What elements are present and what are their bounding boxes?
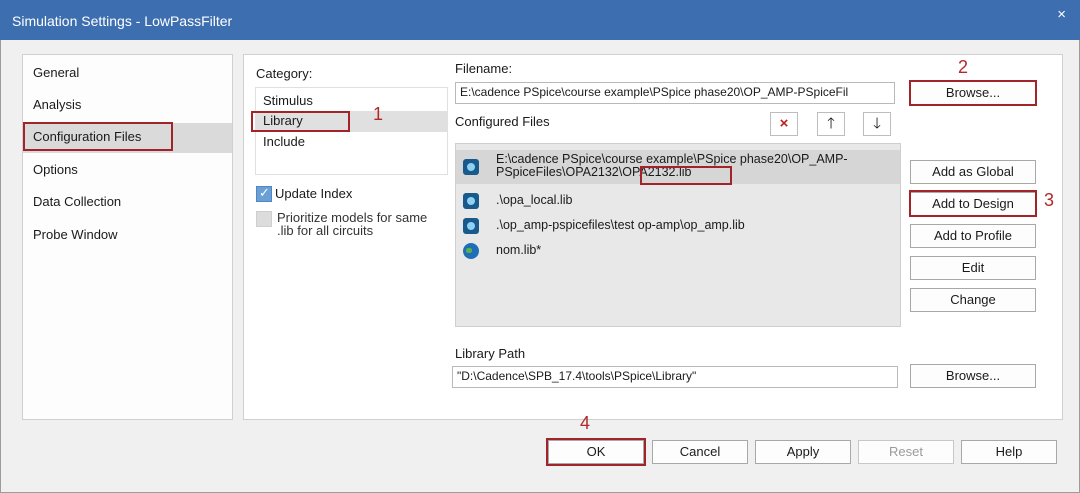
highlight-ok <box>546 438 646 466</box>
settings-nav: General Analysis Configuration Files Opt… <box>22 54 233 420</box>
step-number-3: 3 <box>1044 190 1055 210</box>
nav-item-analysis[interactable]: Analysis <box>23 91 232 121</box>
highlight-browse <box>909 80 1037 106</box>
step-number-1: 1 <box>373 104 384 124</box>
configured-files-label: Configured Files <box>455 114 550 129</box>
delete-icon[interactable]: × <box>770 112 798 136</box>
highlight-opa2132-lib <box>640 166 732 185</box>
prioritize-models-label-line2: .lib for all circuits <box>277 223 374 238</box>
update-index-label: Update Index <box>275 186 353 201</box>
list-item[interactable]: .\opa_local.lib <box>456 190 900 212</box>
step-number-2: 2 <box>958 57 969 77</box>
filename-label: Filename: <box>455 61 513 76</box>
title-bar: Simulation Settings - LowPassFilter × <box>0 0 1080 40</box>
library-path-label: Library Path <box>455 346 526 361</box>
library-path-browse-button[interactable]: Browse... <box>910 364 1036 388</box>
change-button[interactable]: Change <box>910 288 1036 312</box>
filename-input[interactable]: E:\cadence PSpice\course example\PSpice … <box>455 82 895 104</box>
category-label: Category: <box>256 66 313 81</box>
library-path-input[interactable]: "D:\Cadence\SPB_17.4\tools\PSpice\Librar… <box>452 366 898 388</box>
file-path: nom.lib* <box>496 243 542 257</box>
add-to-profile-button[interactable]: Add to Profile <box>910 224 1036 248</box>
globe-icon <box>463 243 479 259</box>
category-item-stimulus[interactable]: Stimulus <box>256 91 447 112</box>
file-path: .\opa_local.lib <box>496 193 573 207</box>
highlight-add-to-design <box>909 190 1037 217</box>
nav-item-probe-window[interactable]: Probe Window <box>23 221 232 251</box>
step-number-4: 4 <box>580 413 591 433</box>
nav-item-data-collection[interactable]: Data Collection <box>23 188 232 218</box>
nav-item-options[interactable]: Options <box>23 156 232 186</box>
prioritize-models-checkbox[interactable] <box>256 211 272 227</box>
nav-item-general[interactable]: General <box>23 59 232 89</box>
close-icon[interactable]: × <box>1057 6 1066 23</box>
move-down-icon[interactable]: 🡓 <box>863 112 891 136</box>
cancel-button[interactable]: Cancel <box>652 440 748 464</box>
highlight-configuration-files <box>23 122 173 151</box>
file-path: .\op_amp-pspicefiles\test op-amp\op_amp.… <box>496 218 745 232</box>
update-index-checkbox[interactable] <box>256 185 272 202</box>
help-button[interactable]: Help <box>961 440 1057 464</box>
add-as-global-button[interactable]: Add as Global <box>910 160 1036 184</box>
category-item-include[interactable]: Include <box>256 132 447 153</box>
window-title: Simulation Settings - LowPassFilter <box>12 13 233 29</box>
edit-button[interactable]: Edit <box>910 256 1036 280</box>
list-item[interactable]: .\op_amp-pspicefiles\test op-amp\op_amp.… <box>456 215 900 237</box>
library-icon <box>463 218 479 234</box>
list-item[interactable]: nom.lib* <box>456 240 900 262</box>
highlight-library <box>251 111 350 132</box>
move-up-icon[interactable]: 🡑 <box>817 112 845 136</box>
reset-button[interactable]: Reset <box>858 440 954 464</box>
apply-button[interactable]: Apply <box>755 440 851 464</box>
library-icon <box>463 159 479 175</box>
library-icon <box>463 193 479 209</box>
